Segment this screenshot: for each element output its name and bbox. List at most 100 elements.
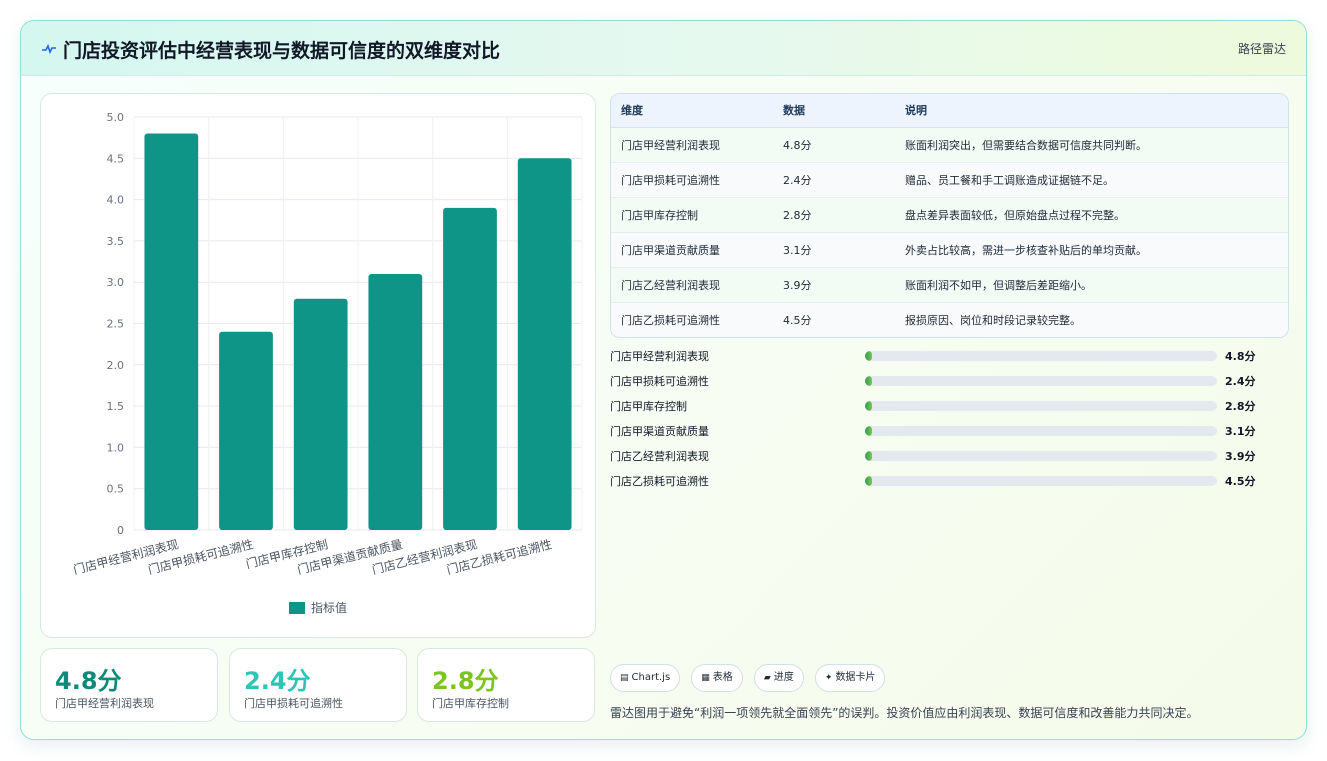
page-title: 门店投资评估中经营表现与数据可信度的双维度对比 [63, 40, 501, 62]
radar-link[interactable]: 路径雷达 [1238, 40, 1286, 57]
progress-track [865, 476, 1217, 486]
y-tick-label: 1.0 [107, 441, 125, 454]
table-cell: 账面利润突出，但需要结合数据可信度共同判断。 [895, 127, 1288, 163]
chart-icon: ▤ [620, 673, 629, 683]
table-cell: 盘点差异表面较低，但原始盘点过程不完整。 [895, 197, 1288, 233]
sparkle-icon: ✦ [824, 673, 833, 683]
tag-chartjs[interactable]: ▤ Chart.js [610, 664, 681, 692]
kpi-card-1: 4.8分 门店甲经营利润表现 [40, 648, 218, 722]
progress-fill [865, 426, 873, 436]
progress-value: 4.5分 [1225, 475, 1256, 488]
bar [517, 158, 572, 531]
tag-data-card[interactable]: ✦ 数据卡片 [814, 664, 886, 692]
progress-track [865, 351, 1217, 361]
progress-fill [865, 401, 873, 411]
bar [368, 273, 423, 530]
progress-value: 2.8分 [1225, 400, 1256, 413]
kpi-label: 门店甲库存控制 [432, 697, 509, 710]
data-table: 维度 数据 说明 门店甲经营利润表现 4.8分 账面利润突出，但需要结合数据可信… [610, 93, 1289, 338]
progress-label: 门店甲库存控制 [610, 400, 687, 413]
table-cell: 门店甲库存控制 [611, 197, 773, 233]
progress-label: 门店甲经营利润表现 [610, 350, 709, 363]
table-header: 数据 [773, 94, 895, 128]
y-tick-label: 3.0 [107, 276, 125, 289]
kpi-card-2: 2.4分 门店甲损耗可追溯性 [229, 648, 407, 722]
table-cell: 门店甲经营利润表现 [611, 127, 773, 163]
kpi-card-3: 2.8分 门店甲库存控制 [417, 648, 595, 722]
bar [219, 331, 273, 530]
table-cell: 门店甲损耗可追溯性 [611, 162, 773, 198]
kpi-value: 4.8分 [55, 667, 122, 695]
progress-fill [865, 351, 873, 361]
progress-row: 门店乙经营利润表现 3.9分 [610, 447, 1290, 472]
table-cell: 门店乙损耗可追溯性 [611, 302, 773, 337]
progress-row: 门店甲渠道贡献质量 3.1分 [610, 422, 1290, 447]
table-row: 门店甲渠道贡献质量 3.1分 外卖占比较高，需进一步核查补贴后的单均贡献。 [611, 232, 1288, 268]
table-cell: 外卖占比较高，需进一步核查补贴后的单均贡献。 [895, 232, 1288, 268]
bar [144, 133, 199, 530]
kpi-value: 2.4分 [244, 667, 311, 695]
bar [443, 207, 497, 531]
progress-track [865, 401, 1217, 411]
table-row: 门店乙损耗可追溯性 4.5分 报损原因、岗位和时段记录较完整。 [611, 302, 1288, 337]
table-header: 维度 [611, 94, 773, 128]
progress-row: 门店甲库存控制 2.8分 [610, 397, 1290, 422]
table-cell: 赠品、员工餐和手工调账造成证据链不足。 [895, 162, 1288, 198]
y-tick-label: 0.5 [107, 483, 125, 496]
y-tick-label: 2.5 [107, 318, 125, 331]
y-tick-label: 0 [117, 524, 124, 537]
table-cell: 4.5分 [773, 302, 895, 337]
kpi-label: 门店甲损耗可追溯性 [244, 697, 343, 710]
bar-chart: 00.51.01.52.02.53.03.54.04.55.0门店甲经营利润表现… [72, 111, 583, 615]
progress-row: 门店乙损耗可追溯性 4.5分 [610, 472, 1290, 497]
table-row: 门店甲经营利润表现 4.8分 账面利润突出，但需要结合数据可信度共同判断。 [611, 127, 1288, 163]
y-tick-label: 3.5 [107, 235, 125, 248]
progress-track [865, 376, 1217, 386]
progress-fill [865, 376, 873, 386]
bar-chart-panel: 0 0.5 1.0 1.5 2.0 2.5 3.0 3.5 4.0 4.5 5.0 门店甲经营利润表现… [40, 93, 596, 638]
kpi-label: 门店甲经营利润表现 [55, 697, 154, 710]
tag-table[interactable]: ▦ 表格 [691, 664, 743, 692]
table-cell: 门店甲渠道贡献质量 [611, 232, 773, 268]
tag-list: ▤ Chart.js ▦ 表格 ▰ 进度 ✦ 数据卡片 [610, 664, 891, 692]
header-bar: 门店投资评估中经营表现与数据可信度的双维度对比 路径雷达 [21, 21, 1306, 76]
table-header-row: 维度 数据 说明 [611, 94, 1288, 128]
table-row: 门店乙经营利润表现 3.9分 账面利润不如甲，但调整后差距缩小。 [611, 267, 1288, 303]
table-row: 门店甲损耗可追溯性 2.4分 赠品、员工餐和手工调账造成证据链不足。 [611, 162, 1288, 198]
progress-label: 门店甲渠道贡献质量 [610, 425, 709, 438]
table-cell: 2.4分 [773, 162, 895, 198]
table-cell: 2.8分 [773, 197, 895, 233]
progress-label: 门店乙损耗可追溯性 [610, 475, 709, 488]
progress-row: 门店甲经营利润表现 4.8分 [610, 347, 1290, 372]
progress-label: 门店甲损耗可追溯性 [610, 375, 709, 388]
table-cell: 门店乙经营利润表现 [611, 267, 773, 303]
y-tick-label: 1.5 [107, 400, 125, 413]
table-cell: 3.1分 [773, 232, 895, 268]
footnote: 雷达图用于避免“利润一项领先就全面领先”的误判。投资价值应由利润表现、数据可信度… [610, 706, 1199, 720]
table-icon: ▦ [701, 673, 710, 683]
progress-value: 3.9分 [1225, 450, 1256, 463]
progress-track [865, 426, 1217, 436]
progress-track [865, 451, 1217, 461]
table-cell: 4.8分 [773, 127, 895, 163]
progress-list: 门店甲经营利润表现 4.8分 门店甲损耗可追溯性 2.4分 门店甲库存控制 2.… [610, 347, 1290, 497]
tag-label: Chart.js [631, 672, 671, 683]
progress-value: 3.1分 [1225, 425, 1256, 438]
tag-label: 进度 [773, 672, 794, 683]
progress-label: 门店乙经营利润表现 [610, 450, 709, 463]
pulse-icon [42, 43, 56, 55]
bar [293, 298, 348, 530]
progress-value: 2.4分 [1225, 375, 1256, 388]
legend-label: 指标值 [311, 600, 347, 615]
legend-swatch [289, 602, 305, 614]
tag-progress[interactable]: ▰ 进度 [753, 664, 804, 692]
tag-label: 表格 [712, 672, 733, 683]
y-tick-label: 2.0 [107, 359, 125, 372]
table-row: 门店甲库存控制 2.8分 盘点差异表面较低，但原始盘点过程不完整。 [611, 197, 1288, 233]
y-tick-label: 5.0 [107, 111, 125, 124]
progress-fill [865, 451, 873, 461]
progress-row: 门店甲损耗可追溯性 2.4分 [610, 372, 1290, 397]
table-cell: 3.9分 [773, 267, 895, 303]
table-header: 说明 [895, 94, 1288, 128]
progress-value: 4.8分 [1225, 350, 1256, 363]
